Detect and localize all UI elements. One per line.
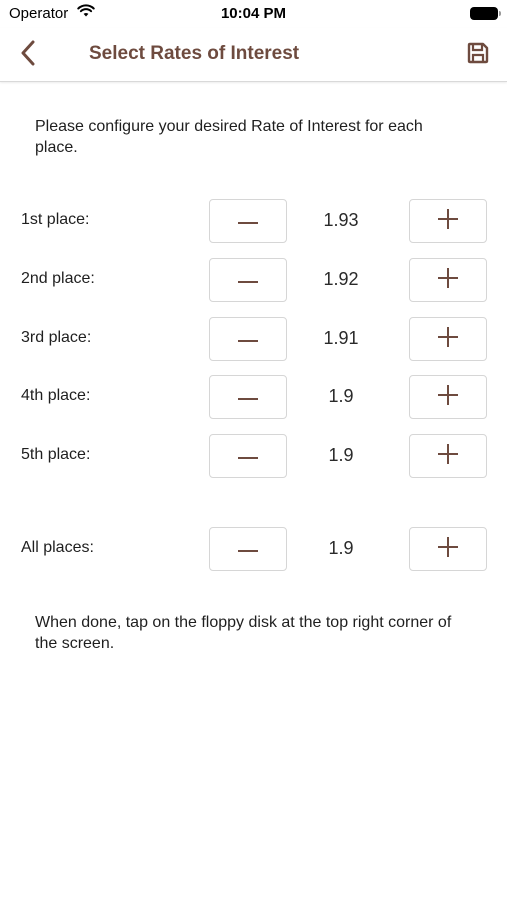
rate-row-1st: 1st place: 1.93 [0,199,507,243]
plus-icon [438,208,458,234]
rate-value: 1.9 [328,386,354,406]
rate-value: 1.92 [323,269,359,289]
back-button[interactable] [10,38,46,72]
decrease-button[interactable] [209,375,287,419]
navigation-bar: Select Rates of Interest [0,28,507,82]
minus-icon [238,271,258,289]
rate-row-4th: 4th place: 1.9 [0,375,507,419]
rate-value: 1.93 [323,210,359,230]
increase-button[interactable] [409,527,487,571]
rate-row-3rd: 3rd place: 1.91 [0,317,507,361]
rate-value: 1.91 [323,328,359,348]
plus-icon [438,326,458,352]
status-bar: Operator 10:04 PM [0,0,507,28]
instructions-text: Please configure your desired Rate of In… [35,118,423,156]
plus-icon [438,536,458,562]
rate-row-2nd: 2nd place: 1.92 [0,258,507,302]
rate-value: 1.9 [328,445,354,465]
decrease-button[interactable] [209,527,287,571]
plus-icon [438,267,458,293]
plus-icon [438,443,458,469]
rate-value: 1.9 [328,538,354,558]
row-label: All places: [21,539,94,556]
chevron-left-icon [20,40,36,71]
plus-icon [438,384,458,410]
decrease-button[interactable] [209,258,287,302]
decrease-button[interactable] [209,434,287,478]
decrease-button[interactable] [209,199,287,243]
row-label: 1st place: [21,211,90,228]
increase-button[interactable] [409,199,487,243]
done-instructions-text: When done, tap on the floppy disk at the… [35,614,452,652]
minus-icon [238,212,258,230]
battery-icon [470,7,501,20]
minus-icon [238,540,258,558]
row-label: 4th place: [21,387,91,404]
increase-button[interactable] [409,434,487,478]
clock: 10:04 PM [220,5,287,22]
decrease-button[interactable] [209,317,287,361]
floppy-disk-icon [467,42,489,69]
row-label: 2nd place: [21,270,95,287]
minus-icon [238,330,258,348]
row-label: 5th place: [21,446,91,463]
minus-icon [238,388,258,406]
increase-button[interactable] [409,258,487,302]
rate-row-all: All places: 1.9 [0,527,507,571]
page-title: Select Rates of Interest [89,43,300,64]
rate-row-5th: 5th place: 1.9 [0,434,507,478]
increase-button[interactable] [409,317,487,361]
row-label: 3rd place: [21,329,92,346]
increase-button[interactable] [409,375,487,419]
save-button[interactable] [460,40,496,70]
minus-icon [238,447,258,465]
